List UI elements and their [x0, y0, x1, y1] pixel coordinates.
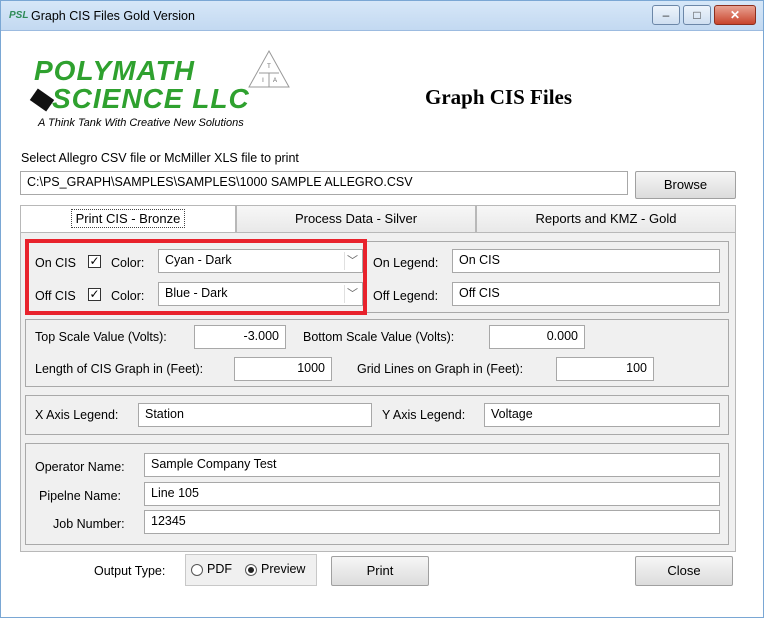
tab-process-data-silver[interactable]: Process Data - Silver: [236, 205, 476, 233]
triangle-letter-top: T: [267, 64, 271, 70]
job-number-input[interactable]: 12345: [144, 510, 720, 534]
window-title: Graph CIS Files Gold Version: [31, 9, 195, 23]
off-legend-input[interactable]: Off CIS: [452, 282, 720, 306]
logo-tagline: A Think Tank With Creative New Solutions: [38, 117, 244, 129]
off-legend-label: Off Legend:: [373, 289, 439, 303]
triangle-letter-left: I: [262, 78, 264, 84]
preview-radio-label: Preview: [261, 562, 306, 576]
y-axis-legend-input[interactable]: Voltage: [484, 403, 720, 427]
x-axis-legend-label: X Axis Legend:: [35, 408, 119, 422]
top-scale-label: Top Scale Value (Volts):: [35, 330, 167, 344]
app-window: PSL Graph CIS Files Gold Version – □ ✕ P…: [0, 0, 764, 618]
highlight-box: [25, 239, 367, 315]
file-path-input[interactable]: C:\PS_GRAPH\SAMPLES\SAMPLES\1000 SAMPLE …: [20, 171, 628, 195]
grid-lines-label: Grid Lines on Graph in (Feet):: [357, 362, 524, 376]
file-select-label: Select Allegro CSV file or McMiller XLS …: [21, 151, 299, 165]
bottom-scale-label: Bottom Scale Value (Volts):: [303, 330, 455, 344]
output-type-label: Output Type:: [94, 564, 166, 578]
chip-icon: [29, 88, 55, 112]
job-number-label: Job Number:: [53, 517, 125, 531]
operator-name-input[interactable]: Sample Company Test: [144, 453, 720, 477]
on-legend-input[interactable]: On CIS: [452, 249, 720, 273]
company-logo: POLYMATH SCIENCE LLC T I A A Think Tank …: [22, 45, 314, 137]
preview-radio[interactable]: [245, 564, 257, 576]
maximize-button[interactable]: □: [683, 5, 711, 25]
pipeline-name-input[interactable]: Line 105: [144, 482, 720, 506]
x-axis-legend-input[interactable]: Station: [138, 403, 372, 427]
tab-bar: Print CIS - Bronze Process Data - Silver…: [20, 205, 736, 235]
close-button[interactable]: Close: [635, 556, 733, 586]
tab-label: Print CIS - Bronze: [70, 209, 186, 228]
on-legend-label: On Legend:: [373, 256, 439, 270]
bottom-scale-input[interactable]: 0.000: [489, 325, 585, 349]
graph-length-input[interactable]: 1000: [234, 357, 332, 381]
print-button[interactable]: Print: [331, 556, 429, 586]
top-scale-input[interactable]: -3.000: [194, 325, 286, 349]
radio-selected-dot: [248, 567, 254, 573]
tab-print-cis-bronze[interactable]: Print CIS - Bronze: [20, 205, 236, 235]
pipeline-name-label: Pipelne Name:: [39, 489, 121, 503]
y-axis-legend-label: Y Axis Legend:: [382, 408, 466, 422]
pdf-radio-label: PDF: [207, 562, 232, 576]
close-window-button[interactable]: ✕: [714, 5, 756, 25]
operator-name-label: Operator Name:: [35, 460, 125, 474]
triangle-letter-right: A: [273, 78, 277, 84]
tab-reports-kmz-gold[interactable]: Reports and KMZ - Gold: [476, 205, 736, 233]
minimize-button[interactable]: –: [652, 5, 680, 25]
title-bar: PSL Graph CIS Files Gold Version – □ ✕: [1, 1, 763, 31]
grid-lines-input[interactable]: 100: [556, 357, 654, 381]
graph-length-label: Length of CIS Graph in (Feet):: [35, 362, 204, 376]
browse-button[interactable]: Browse: [635, 171, 736, 199]
triangle-logo-icon: T I A: [248, 49, 290, 88]
pdf-radio[interactable]: [191, 564, 203, 576]
app-icon: PSL: [9, 10, 29, 21]
logo-line2: SCIENCE LLC: [52, 83, 250, 114]
page-title: Graph CIS Files: [425, 85, 573, 109]
